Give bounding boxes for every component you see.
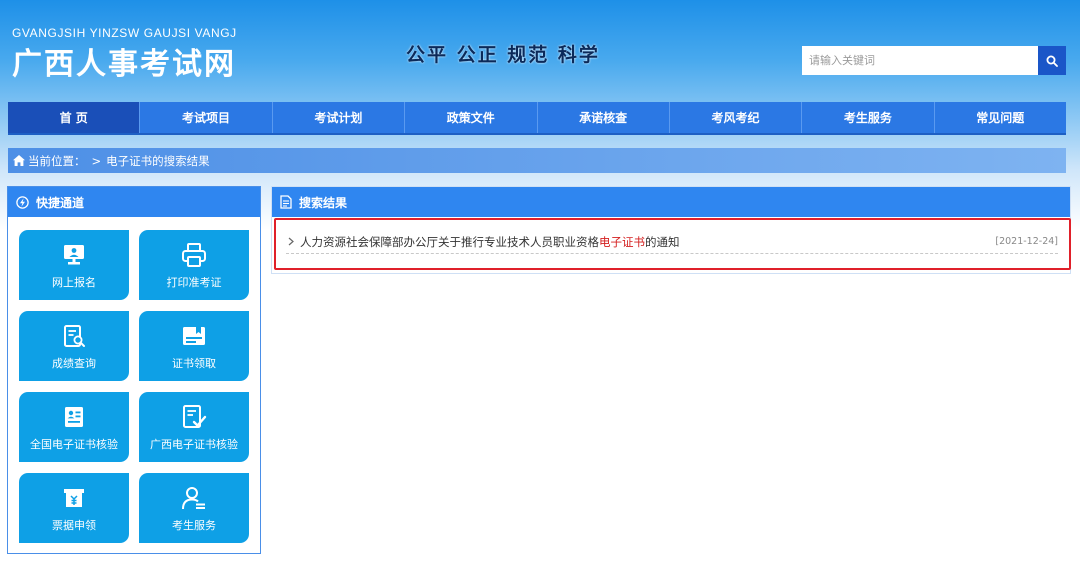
quick-access-title: 快捷通道	[36, 195, 85, 210]
result-title-prefix: 人力资源社会保障部办公厅关于推行专业技术人员职业资格	[300, 234, 599, 249]
tile-print-admission[interactable]: 打印准考证	[139, 230, 249, 300]
result-date: [2021-12-24]	[995, 236, 1058, 247]
verify-document-icon	[181, 403, 207, 431]
search-results-title: 搜索结果	[299, 195, 348, 210]
chevron-right-icon	[288, 237, 294, 246]
tile-certificate-collection[interactable]: 证书领取	[139, 311, 249, 381]
id-card-icon	[63, 403, 85, 431]
logo-title: 广西人事考试网	[12, 47, 236, 82]
tile-label: 广西电子证书核验	[150, 437, 238, 451]
tile-online-registration[interactable]: 网上报名	[19, 230, 129, 300]
tile-label: 考生服务	[172, 518, 216, 532]
site-logo[interactable]: GVANGJSIH YINZSW GAUJSI VANGJ 广西人事考试网	[12, 26, 237, 83]
search-box	[802, 46, 1066, 75]
search-input[interactable]	[802, 46, 1038, 75]
nav-item-exam-projects[interactable]: 考试项目	[140, 102, 273, 133]
main-nav: 首 页 考试项目 考试计划 政策文件 承诺核查 考风考纪 考生服务 常见问题	[8, 102, 1066, 135]
monitor-icon	[62, 241, 86, 269]
home-icon[interactable]	[13, 155, 25, 166]
breadcrumb-prefix: 当前位置：	[28, 153, 86, 168]
printer-icon	[181, 241, 207, 269]
tile-candidate-service[interactable]: 考生服务	[139, 473, 249, 543]
nav-item-commitment-check[interactable]: 承诺核查	[538, 102, 670, 133]
nav-item-home[interactable]: 首 页	[8, 102, 141, 133]
result-title-suffix: 的通知	[645, 234, 680, 249]
nav-item-exam-discipline[interactable]: 考风考纪	[670, 102, 803, 133]
nav-item-candidate-service[interactable]: 考生服务	[802, 102, 935, 133]
nav-item-exam-plan[interactable]: 考试计划	[273, 102, 406, 133]
logo-pinyin: GVANGJSIH YINZSW GAUJSI VANGJ	[12, 26, 237, 40]
quick-access-header: 快捷通道	[8, 187, 260, 217]
tile-score-query[interactable]: 成绩查询	[19, 311, 129, 381]
nav-item-policy-files[interactable]: 政策文件	[405, 102, 538, 133]
slogan: 公平 公正 规范 科学	[406, 44, 600, 66]
search-button[interactable]	[1038, 46, 1066, 75]
result-item[interactable]: 人力资源社会保障部办公厅关于推行专业技术人员职业资格 电子证书 的通知 [2021-…	[286, 230, 1058, 254]
tile-guangxi-cert-verify[interactable]: 广西电子证书核验	[139, 392, 249, 462]
tile-label: 证书领取	[172, 356, 216, 370]
breadcrumb-current: 电子证书的搜索结果	[106, 153, 210, 168]
quick-access-panel: 快捷通道 网上报名 打印准考证 成绩查询 证书领取 全国电子证书核验 广西电子证…	[7, 186, 261, 554]
certificate-icon	[181, 322, 207, 350]
breadcrumb: 当前位置： > 电子证书的搜索结果	[8, 148, 1066, 173]
document-icon	[280, 195, 292, 209]
receipt-icon	[62, 484, 86, 512]
breadcrumb-separator: >	[91, 153, 102, 168]
tile-label: 全国电子证书核验	[30, 437, 118, 451]
result-title-highlight: 电子证书	[599, 234, 645, 249]
tile-national-cert-verify[interactable]: 全国电子证书核验	[19, 392, 129, 462]
tile-label: 成绩查询	[52, 356, 96, 370]
highlight-annotation-box: 人力资源社会保障部办公厅关于推行专业技术人员职业资格 电子证书 的通知 [2021-…	[274, 218, 1071, 270]
tile-label: 票据申领	[52, 518, 96, 532]
search-results-header: 搜索结果	[272, 187, 1070, 217]
lightning-icon	[16, 195, 29, 209]
nav-item-faq[interactable]: 常见问题	[935, 102, 1066, 133]
tile-receipt-apply[interactable]: 票据申领	[19, 473, 129, 543]
user-service-icon	[181, 484, 207, 512]
score-query-icon	[62, 322, 86, 350]
tile-label: 打印准考证	[166, 275, 222, 289]
tile-label: 网上报名	[52, 275, 96, 289]
search-icon	[1046, 55, 1058, 67]
